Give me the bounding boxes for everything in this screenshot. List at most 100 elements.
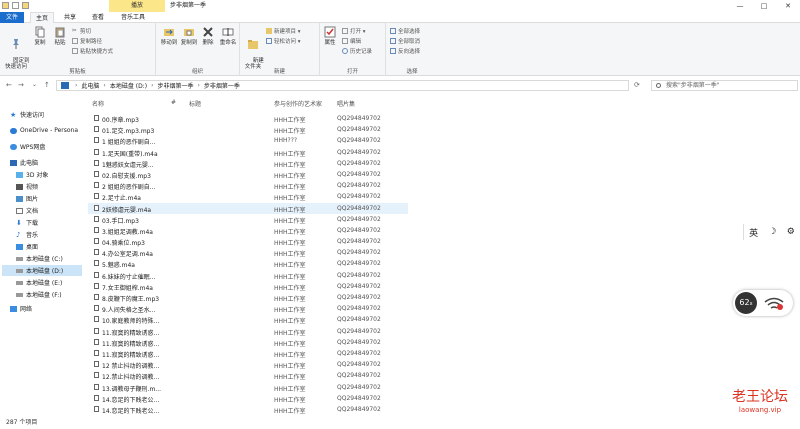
nav-item-3d-objects[interactable]: 3D 对象 (16, 169, 48, 180)
moon-icon[interactable]: ☽ (768, 227, 776, 237)
delete-button[interactable]: 删除 (200, 26, 216, 46)
copy-button[interactable]: 复制 (32, 26, 48, 46)
close-button[interactable]: ✕ (776, 0, 800, 12)
table-row[interactable]: 7.女王御姐榨.m4a HHH工作室 QQ294849702 (88, 281, 408, 292)
select-all-button[interactable]: 全部选择 (390, 27, 420, 35)
column-name[interactable]: 名称 (92, 99, 104, 108)
nav-item-drive-c[interactable]: 本地磁盘 (C:) (16, 253, 63, 264)
invert-selection-button[interactable]: 反向选择 (390, 47, 420, 55)
table-row[interactable]: 12 禁止抖动的调教... HHH工作室 QQ294849702 (88, 359, 408, 370)
tab-file[interactable]: 文件 (0, 12, 24, 23)
table-row[interactable]: 04.骑乘位.mp3 HHH工作室 QQ294849702 (88, 236, 408, 247)
breadcrumb-folder-1[interactable]: 步非烟第一季 (157, 81, 193, 90)
table-row[interactable]: 10.家庭教师的特殊... HHH工作室 QQ294849702 (88, 314, 408, 325)
nav-item-network[interactable]: 网络 (10, 303, 32, 314)
table-row[interactable]: 03.手口.mp3 HHH工作室 QQ294849702 (88, 214, 408, 225)
select-none-button[interactable]: 全部取消 (390, 37, 420, 45)
move-to-button[interactable]: 移动到 (160, 26, 178, 46)
minimize-button[interactable]: — (728, 0, 752, 12)
open-button[interactable]: 打开 ▾ (342, 27, 366, 35)
breadcrumb-drive-d[interactable]: 本地磁盘 (D:) (110, 81, 147, 90)
table-row[interactable]: 3.姐姐足调教.m4a HHH工作室 QQ294849702 (88, 225, 408, 236)
tab-home[interactable]: 主页 (30, 12, 54, 23)
table-row[interactable]: 1 姐姐的恶作剧自... HHH??? QQ294849702 (88, 135, 408, 146)
table-row[interactable]: 02.自慰支援.mp3 HHH工作室 QQ294849702 (88, 169, 408, 180)
easy-access-button[interactable]: 轻松访问 ▾ (266, 37, 301, 45)
table-row[interactable]: 2 姐姐的恶作剧自... HHH工作室 QQ294849702 (88, 180, 408, 191)
copy-path-button[interactable]: 复制路径 (72, 37, 102, 45)
nav-item-pictures[interactable]: 图片 (16, 193, 38, 204)
table-row[interactable]: 8.皮鞭下的魔王.mp3 HHH工作室 QQ294849702 (88, 292, 408, 303)
column-artist[interactable]: 参与创作的艺术家 (274, 99, 322, 108)
cut-button[interactable]: ✂ 剪切 (72, 27, 91, 35)
gear-icon[interactable]: ⚙ (787, 227, 795, 237)
table-row[interactable]: 11.寂寞的精致诱惑... HHH工作室 QQ294849702 (88, 337, 408, 348)
table-row[interactable]: 2妖修虐元婴.m4a HHH工作室 QQ294849702 (88, 202, 408, 214)
nav-item-desktop[interactable]: 桌面 (16, 241, 38, 252)
nav-item-music[interactable]: ♪ 音乐 (16, 229, 38, 240)
table-row[interactable]: 1.足天国(重带).m4a HHH工作室 QQ294849702 (88, 147, 408, 158)
new-group-label: 新建 (273, 69, 285, 75)
context-tab-play[interactable]: 播放 (109, 0, 165, 12)
new-item-button[interactable]: 新建项目 ▾ (266, 27, 301, 35)
tab-music-tools[interactable]: 音乐工具 (116, 12, 150, 23)
nav-item-onedrive[interactable]: OneDrive - Persona (10, 125, 78, 136)
breadcrumb-this-pc[interactable]: 此电脑 (81, 81, 99, 90)
table-row[interactable]: 11.寂寞的精致诱惑... HHH工作室 QQ294849702 (88, 348, 408, 359)
nav-item-drive-e[interactable]: 本地磁盘 (E:) (16, 277, 62, 288)
ime-toolbar: 英 ☽ ⚙ (743, 224, 800, 240)
table-row[interactable]: 14.恋足的下贱老公... HHH工作室 QQ294849702 (88, 404, 408, 415)
column-album[interactable]: 唱片集 (337, 99, 355, 108)
file-artist: HHH工作室 (274, 385, 306, 393)
back-button[interactable]: ← (6, 81, 12, 89)
table-row[interactable]: 6.妹妹的寸止催眠... HHH工作室 QQ294849702 (88, 270, 408, 281)
speed-widget[interactable]: 62x (733, 290, 793, 316)
table-row[interactable]: 5.魅惑.m4a HHH工作室 QQ294849702 (88, 258, 408, 269)
network-icon (10, 305, 17, 312)
folder-icon[interactable] (22, 2, 29, 9)
folder-icon[interactable] (2, 2, 9, 9)
tab-share[interactable]: 共享 (58, 12, 82, 23)
edit-button[interactable]: 编辑 (342, 37, 361, 45)
nav-item-downloads[interactable]: ⬇ 下载 (16, 217, 38, 228)
nav-item-documents[interactable]: 文档 (16, 205, 38, 216)
refresh-button[interactable]: ⟳ (634, 81, 640, 89)
column-title[interactable]: 标题 (189, 99, 201, 108)
nav-item-this-pc[interactable]: 此电脑 (10, 157, 38, 168)
search-input[interactable]: 搜索"步非烟第一季" (651, 80, 798, 91)
edit-icon (342, 38, 348, 44)
properties-button[interactable]: 属性 (322, 26, 338, 46)
nav-item-quick-access[interactable]: ★ 快速访问 (10, 109, 44, 120)
audio-file-icon (94, 349, 99, 356)
address-input[interactable]: › 此电脑 › 本地磁盘 (D:) › 步非烟第一季 › 步非烟第一季 (56, 80, 629, 91)
table-row[interactable]: 11.寂寞的精致诱惑... HHH工作室 QQ294849702 (88, 326, 408, 337)
recent-locations-button[interactable]: ⌄ (32, 81, 37, 88)
nav-item-videos[interactable]: 视频 (16, 181, 38, 192)
table-row[interactable]: 9.人间失格之圣水... HHH工作室 QQ294849702 (88, 303, 408, 314)
breadcrumb-folder-2[interactable]: 步非烟第一季 (204, 81, 240, 90)
nav-item-drive-f[interactable]: 本地磁盘 (F:) (16, 289, 62, 300)
checkbox-icon[interactable] (12, 2, 19, 9)
forward-button[interactable]: → (18, 81, 24, 89)
table-row[interactable]: 13.调教母子鞭刑.m... HHH工作室 QQ294849702 (88, 382, 408, 393)
language-toggle[interactable]: 英 (749, 226, 758, 239)
table-row[interactable]: 01.足交.mp3.mp3 HHH工作室 QQ294849702 (88, 124, 408, 135)
table-row[interactable]: 00.序章.mp3 HHH工作室 QQ294849702 (88, 113, 408, 124)
table-row[interactable]: 2.足寸止.m4a HHH工作室 QQ294849702 (88, 191, 408, 202)
copy-to-button[interactable]: 复制到 (180, 26, 198, 46)
tab-view[interactable]: 查看 (86, 12, 110, 23)
up-button[interactable]: ↑ (44, 81, 50, 89)
column-number[interactable]: # (171, 99, 176, 106)
maximize-button[interactable]: □ (752, 0, 776, 12)
table-row[interactable]: 4.办公室足调.m4a HHH工作室 QQ294849702 (88, 247, 408, 258)
table-row[interactable]: 14.恋足的下贱老公... HHH工作室 QQ294849702 (88, 393, 408, 404)
paste-shortcut-button[interactable]: 粘贴快捷方式 (72, 47, 113, 55)
rename-button[interactable]: 重命名 (218, 26, 238, 46)
nav-item-drive-d[interactable]: 本地磁盘 (D:) (2, 265, 82, 276)
nav-item-wps[interactable]: WPS网盘 (10, 141, 45, 152)
paste-button[interactable]: 粘贴 (52, 26, 68, 46)
table-row[interactable]: 1魅惑妖女虐元婴... HHH工作室 QQ294849702 (88, 158, 408, 169)
video-icon (16, 183, 23, 190)
history-button[interactable]: 历史记录 (342, 47, 372, 55)
table-row[interactable]: 12.禁止抖动的调教... HHH工作室 QQ294849702 (88, 370, 408, 381)
